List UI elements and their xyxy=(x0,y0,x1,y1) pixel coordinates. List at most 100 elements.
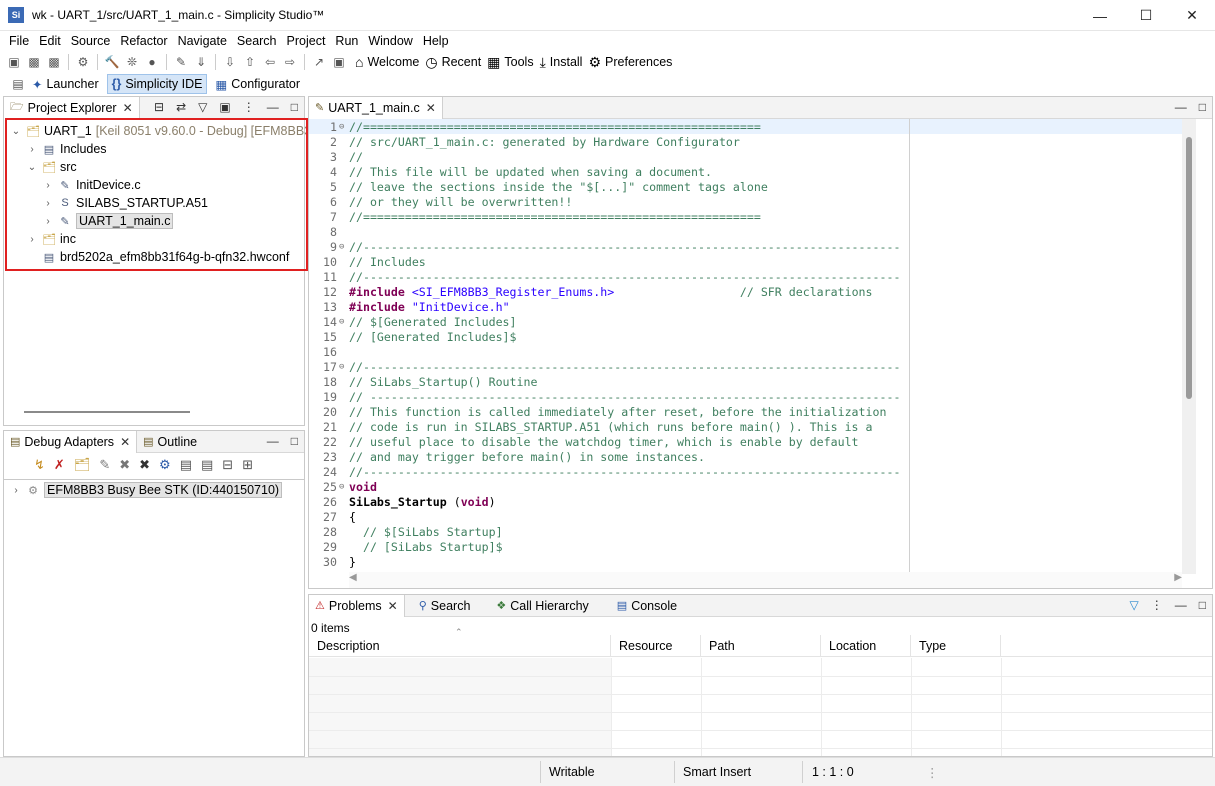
fold-icon[interactable]: ⊖ xyxy=(339,242,349,252)
forward-icon[interactable]: ⇨ xyxy=(282,54,298,70)
expand-icon[interactable]: ⊞ xyxy=(242,457,253,473)
minimize-view-icon[interactable]: — xyxy=(267,434,279,448)
collapse-all-icon[interactable]: ⊟ xyxy=(154,100,164,114)
chevron-right-icon[interactable]: › xyxy=(26,144,38,155)
code-line[interactable]: 8 xyxy=(309,224,1182,239)
code-line[interactable]: 18 // SiLabs_Startup() Routine xyxy=(309,374,1182,389)
code-line[interactable]: 17 ⊖//-----------------------------------… xyxy=(309,359,1182,374)
menu-search[interactable]: Search xyxy=(232,34,282,48)
code-line[interactable]: 24 //------------------------------------… xyxy=(309,464,1182,479)
code-line[interactable]: 30} xyxy=(309,554,1182,569)
horizontal-scrollbar[interactable]: ◀ ▶ xyxy=(349,572,1182,588)
tree-item-includes[interactable]: › ▤ Includes xyxy=(26,140,106,158)
fold-icon[interactable]: ⊖ xyxy=(339,362,349,372)
column-location[interactable]: Location xyxy=(821,635,911,657)
chip-icon[interactable]: ▣ xyxy=(331,54,347,70)
tab-project-explorer[interactable]: 🗁 Project Explorer ✕ xyxy=(4,96,140,119)
list-detail-icon[interactable]: ▤ xyxy=(201,457,213,473)
tree-item-main[interactable]: › ✎ UART_1_main.c xyxy=(42,212,174,230)
install-button[interactable]: ⤓ Install xyxy=(540,54,583,71)
welcome-button[interactable]: ⌂ Welcome xyxy=(355,54,419,70)
si-icon[interactable]: ▣ xyxy=(219,100,230,114)
maximize-view-icon[interactable]: □ xyxy=(1199,100,1206,114)
chevron-right-icon[interactable]: › xyxy=(42,180,54,191)
code-line[interactable]: 21 // code is run in SILABS_STARTUP.A51 (… xyxy=(309,419,1182,434)
column-type[interactable]: Type xyxy=(911,635,1001,657)
code-line[interactable]: 27 { xyxy=(309,509,1182,524)
column-description[interactable]: Description ⌃ xyxy=(309,627,611,657)
tab-debug-adapters[interactable]: ▤ Debug Adapters ✕ xyxy=(4,430,138,453)
code-line[interactable]: 16 xyxy=(309,344,1182,359)
view-menu-icon[interactable]: ⋮ xyxy=(243,100,255,114)
save-all-icon[interactable]: ▩ xyxy=(46,54,62,70)
code-line[interactable]: 3 // xyxy=(309,149,1182,164)
chevron-right-icon[interactable]: › xyxy=(42,198,54,209)
filter-icon[interactable]: ▽ xyxy=(198,100,207,114)
fold-icon[interactable]: ⊖ xyxy=(339,482,349,492)
run-icon[interactable]: ● xyxy=(144,54,160,70)
chevron-right-icon[interactable]: › xyxy=(10,485,22,496)
chevron-down-icon[interactable]: ⌄ xyxy=(26,162,38,173)
close-icon[interactable]: ✕ xyxy=(388,599,398,613)
code-editor[interactable]: 1 ⊖//====================================… xyxy=(309,119,1182,574)
back-icon[interactable]: ⇦ xyxy=(262,54,278,70)
code-line[interactable]: 26 SiLabs_Startup (void) xyxy=(309,494,1182,509)
remove-icon[interactable]: ✖ xyxy=(119,457,130,473)
chevron-down-icon[interactable]: ⌄ xyxy=(10,126,22,137)
link-editor-icon[interactable]: ⇄ xyxy=(176,100,186,114)
code-line[interactable]: 10 // Includes xyxy=(309,254,1182,269)
open-perspective-icon[interactable]: ▤ xyxy=(10,76,26,92)
tab-outline[interactable]: ▤ Outline xyxy=(137,431,203,453)
menu-navigate[interactable]: Navigate xyxy=(173,34,232,48)
menu-source[interactable]: Source xyxy=(66,34,116,48)
code-line[interactable]: 13 #include "InitDevice.h" xyxy=(309,299,1182,314)
edit-icon[interactable]: ✎ xyxy=(99,457,110,473)
menu-file[interactable]: File xyxy=(4,34,34,48)
code-line[interactable]: 7 //=====================================… xyxy=(309,209,1182,224)
fold-icon[interactable]: ⊖ xyxy=(339,122,349,132)
code-line[interactable]: 28 // $[SiLabs Startup] xyxy=(309,524,1182,539)
horizontal-scrollbar[interactable] xyxy=(24,411,190,413)
recent-button[interactable]: ◷ Recent xyxy=(425,54,481,71)
new-icon[interactable]: ▣ xyxy=(6,54,22,70)
code-line[interactable]: 25 ⊖ void xyxy=(309,479,1182,494)
code-line[interactable]: 4 // This file will be updated when savin… xyxy=(309,164,1182,179)
annotation-icon[interactable]: ⇓ xyxy=(193,54,209,70)
toggle-mark-icon[interactable]: ✎ xyxy=(173,54,189,70)
chevron-right-icon[interactable]: › xyxy=(42,216,54,227)
code-line[interactable]: 15 // [Generated Includes]$ xyxy=(309,329,1182,344)
gear-icon[interactable]: ⚙ xyxy=(159,457,171,473)
tools-icon[interactable]: ✖ xyxy=(139,457,150,473)
debug-icon[interactable]: ❊ xyxy=(124,54,140,70)
disconnect-icon[interactable]: ✗ xyxy=(54,457,65,473)
code-line[interactable]: 29 // [SiLabs Startup]$ xyxy=(309,539,1182,554)
tab-problems[interactable]: ⚠ Problems ✕ xyxy=(309,594,405,617)
tools-button[interactable]: ▦ Tools xyxy=(487,54,533,71)
menu-project[interactable]: Project xyxy=(282,34,331,48)
maximize-view-icon[interactable]: □ xyxy=(291,434,298,448)
tree-item-adapter[interactable]: › ⚙ EFM8BB3 Busy Bee STK (ID:440150710) xyxy=(10,481,283,499)
tab-console[interactable]: ▤ Console xyxy=(611,595,683,617)
configurator-perspective[interactable]: ▦ Configurator xyxy=(211,74,304,94)
tree-item-src[interactable]: ⌄ 🗂 src xyxy=(26,158,77,176)
close-icon[interactable]: ✕ xyxy=(1169,0,1215,31)
tree-item-hwconf[interactable]: ▤ brd5202a_efm8bb31f64g-b-qfn32.hwconf xyxy=(38,248,290,266)
close-icon[interactable]: ✕ xyxy=(426,101,436,115)
menu-help[interactable]: Help xyxy=(418,34,454,48)
menu-window[interactable]: Window xyxy=(363,34,417,48)
vertical-scrollbar[interactable] xyxy=(1182,119,1196,574)
close-icon[interactable]: ✕ xyxy=(123,101,133,115)
minimize-icon[interactable]: — xyxy=(1077,0,1123,31)
build-icon[interactable]: 🔨 xyxy=(104,54,120,70)
code-line[interactable]: 19 // -----------------------------------… xyxy=(309,389,1182,404)
code-line[interactable]: 6 // or they will be overwritten!! xyxy=(309,194,1182,209)
connect-icon[interactable]: ↯ xyxy=(34,457,45,473)
code-line[interactable]: 2 // src/UART_1_main.c: generated by Hard… xyxy=(309,134,1182,149)
filter-icon[interactable]: ▽ xyxy=(1130,598,1139,612)
code-line[interactable]: 20 // This function is called immediately… xyxy=(309,404,1182,419)
code-line[interactable]: 14 ⊖// $[Generated Includes] xyxy=(309,314,1182,329)
code-line[interactable]: 9 ⊖//------------------------------------… xyxy=(309,239,1182,254)
launcher-perspective[interactable]: ✦ Launcher xyxy=(28,74,103,94)
next-annotation-icon[interactable]: ⇩ xyxy=(222,54,238,70)
collapse-icon[interactable]: ⊟ xyxy=(222,457,233,473)
